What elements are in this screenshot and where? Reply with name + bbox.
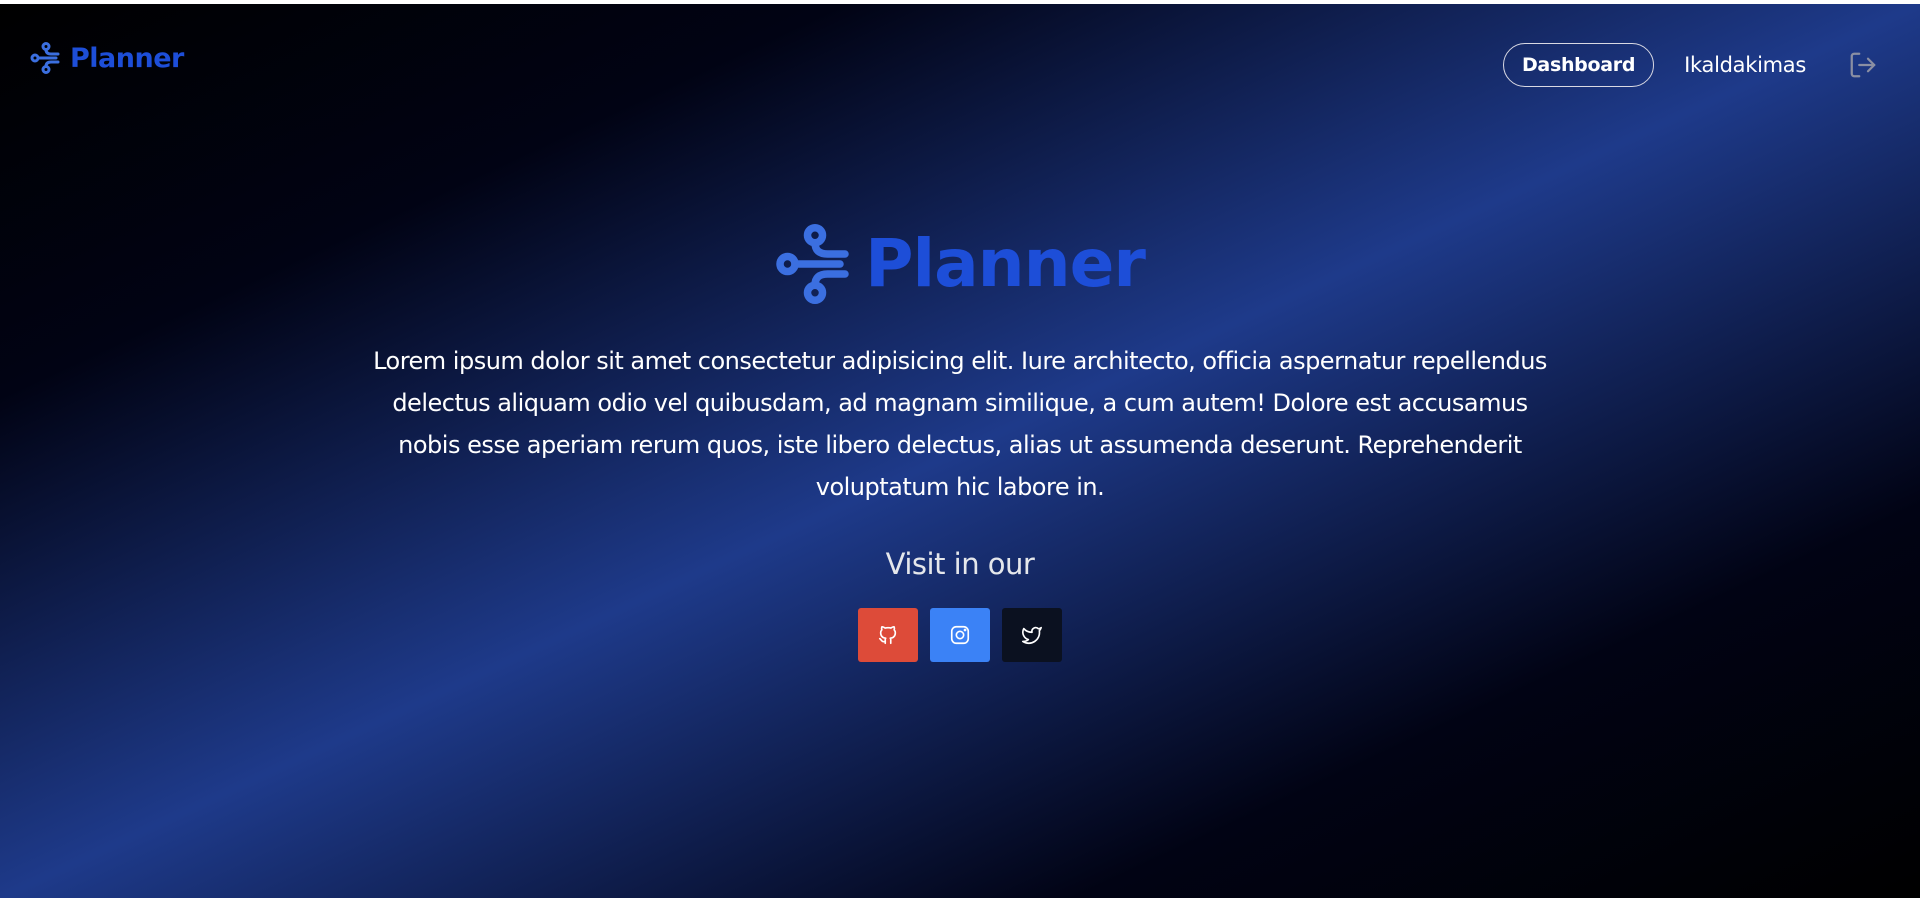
hero-title: Planner (865, 225, 1146, 302)
hero-logo: Planner (0, 224, 1920, 304)
instagram-button[interactable] (930, 608, 990, 662)
instagram-icon (949, 624, 971, 646)
github-icon (877, 624, 899, 646)
twitter-icon (1021, 624, 1043, 646)
landing-page: Planner Dashboard Ikaldakimas Planner Lo… (0, 4, 1920, 898)
planner-logo-icon (775, 224, 855, 304)
nav-actions: Dashboard Ikaldakimas (1502, 42, 1878, 88)
social-links (0, 608, 1920, 662)
twitter-button[interactable] (1002, 608, 1062, 662)
logout-icon[interactable] (1848, 50, 1878, 80)
username-link[interactable]: Ikaldakimas (1684, 53, 1806, 77)
dashboard-button[interactable]: Dashboard (1502, 43, 1655, 87)
brand-name: Planner (70, 42, 184, 74)
github-button[interactable] (858, 608, 918, 662)
hero-description: Lorem ipsum dolor sit amet consectetur a… (373, 347, 1547, 501)
planner-logo-icon (30, 42, 62, 74)
brand-link[interactable]: Planner (30, 42, 184, 74)
navbar: Planner Dashboard Ikaldakimas (0, 4, 1920, 120)
visit-heading: Visit in our (885, 547, 1035, 581)
